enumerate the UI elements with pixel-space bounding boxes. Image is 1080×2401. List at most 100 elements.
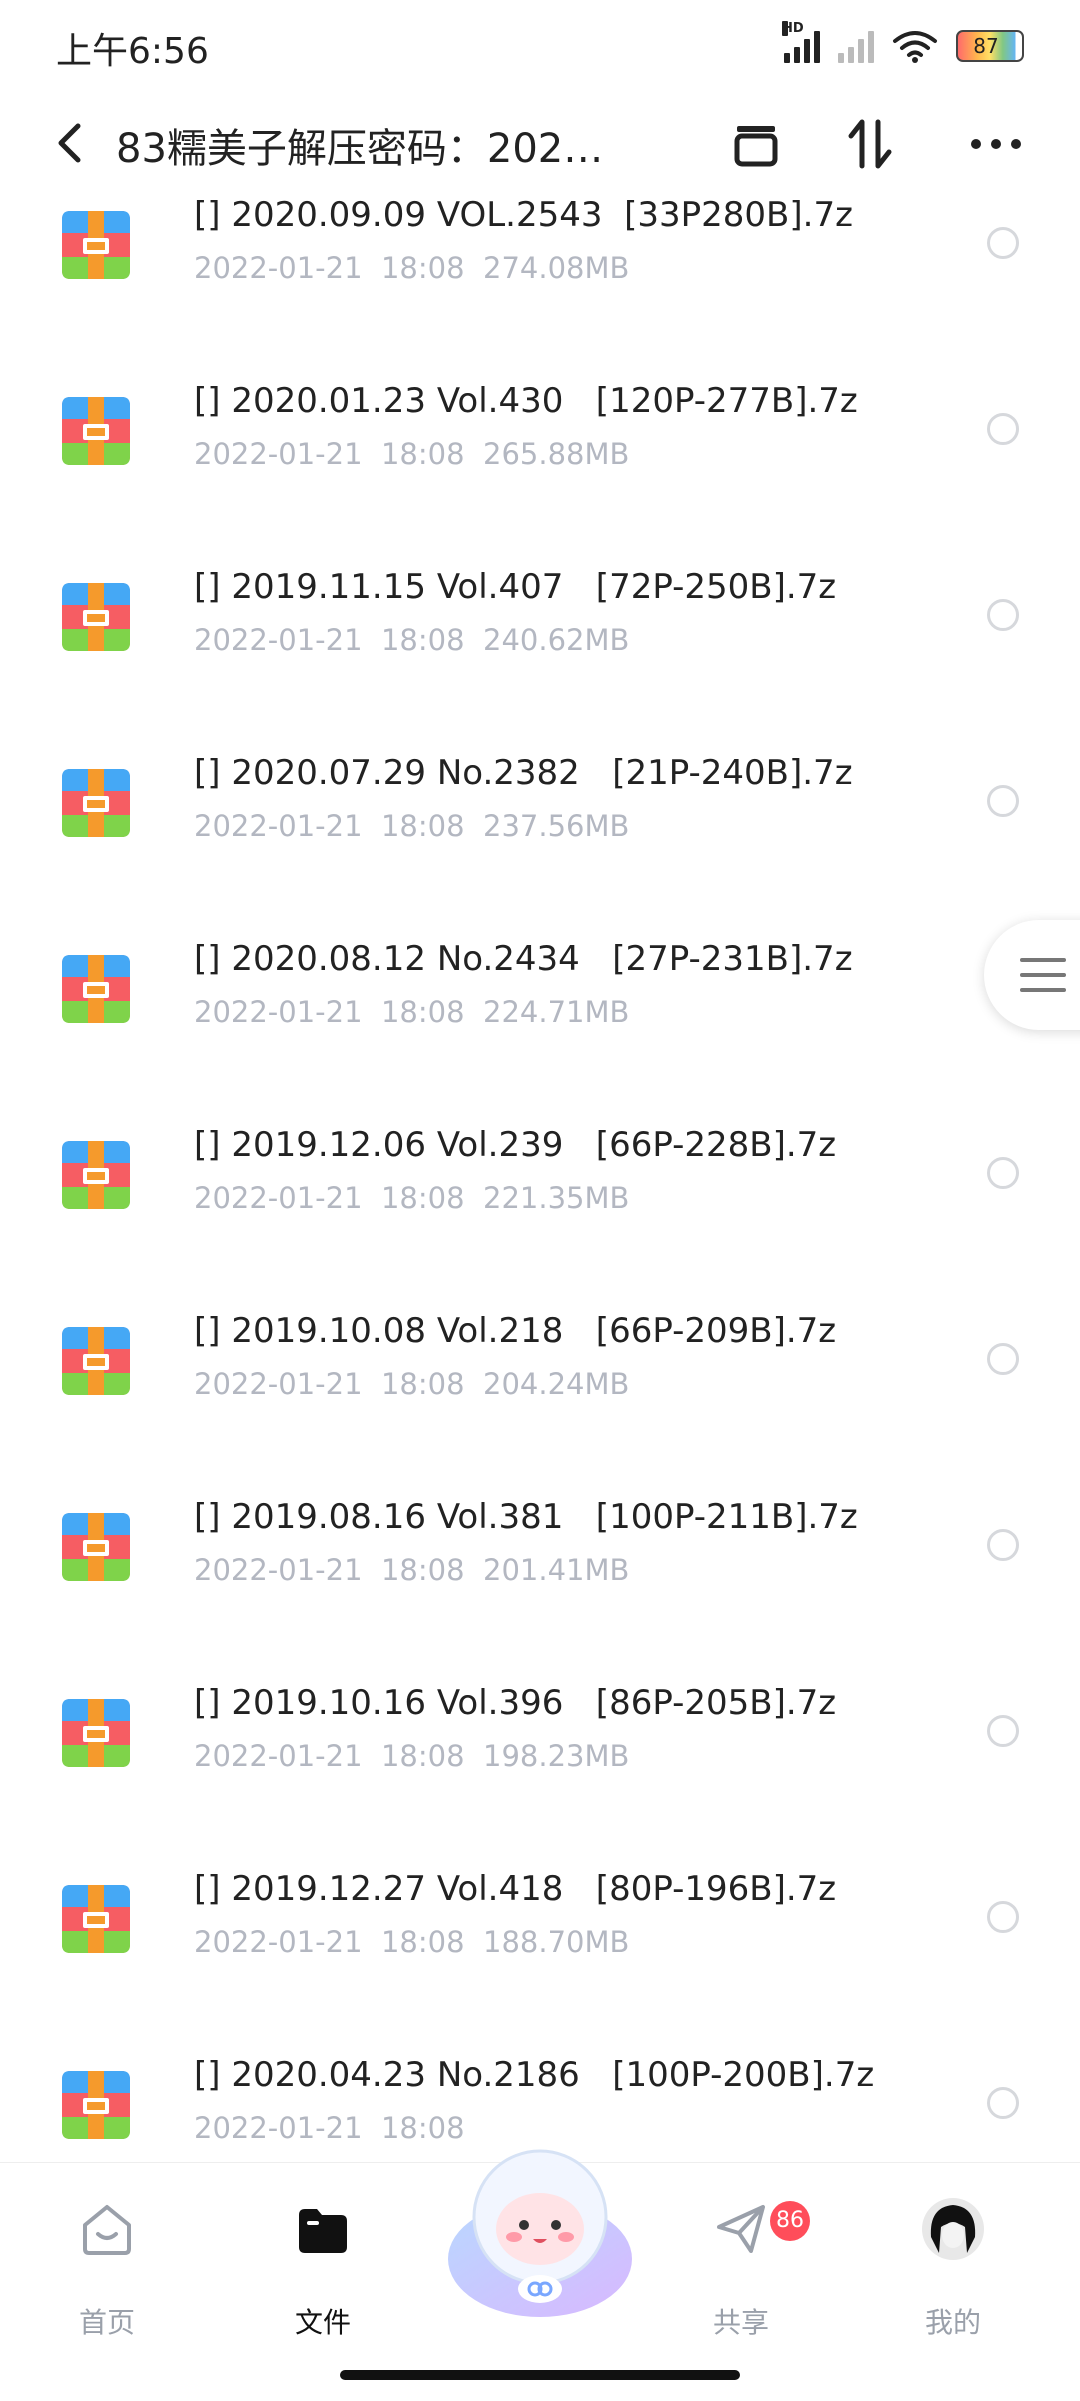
share-plane-icon	[717, 2205, 765, 2253]
zip-archive-icon	[62, 211, 130, 279]
more-options-icon[interactable]	[966, 114, 1026, 174]
nav-files-label: 文件	[294, 2306, 351, 2339]
file-row[interactable]: [] 2020.08.12 No.2434 [27P-231B].7z 2022-…	[0, 927, 1080, 1113]
home-indicator[interactable]	[340, 2370, 740, 2380]
signal-icon: HD	[782, 21, 820, 63]
file-row[interactable]: [] 2020.01.23 Vol.430 [120P-277B].7z 2022…	[0, 369, 1080, 555]
file-name: [] 2019.12.06 Vol.239 [66P-228B].7z	[194, 1125, 837, 1165]
file-date: 2022-01-21	[194, 995, 363, 1029]
sort-icon[interactable]	[840, 114, 900, 174]
file-size: 221.35MB	[483, 1181, 630, 1215]
file-meta: 2022-01-21 18:08 274.08MB	[194, 251, 629, 285]
file-date: 2022-01-21	[194, 1553, 363, 1587]
file-meta: 2022-01-21 18:08 198.23MB	[194, 1739, 629, 1773]
mascot-icon[interactable]	[440, 2139, 640, 2319]
back-arrow-icon[interactable]	[46, 118, 96, 168]
file-row[interactable]: [] 2019.10.08 Vol.218 [66P-209B].7z 2022-…	[0, 1299, 1080, 1485]
file-name: [] 2019.11.15 Vol.407 [72P-250B].7z	[194, 567, 837, 607]
zip-archive-icon	[62, 1513, 130, 1581]
zip-archive-icon	[62, 1885, 130, 1953]
select-radio[interactable]	[987, 1157, 1019, 1189]
file-size: 198.23MB	[483, 1739, 630, 1773]
file-time: 18:08	[380, 1181, 465, 1215]
file-row[interactable]: [] 2019.12.06 Vol.239 [66P-228B].7z 2022-…	[0, 1113, 1080, 1299]
battery-level: 87	[973, 34, 999, 58]
file-time: 18:08	[380, 1367, 465, 1401]
file-size: 237.56MB	[483, 809, 630, 843]
select-radio[interactable]	[987, 1529, 1019, 1561]
file-row[interactable]: [] 2020.09.09 VOL.2543 [33P280B].7z 2022-…	[0, 183, 1080, 369]
file-date: 2022-01-21	[194, 1181, 363, 1215]
select-radio[interactable]	[987, 227, 1019, 259]
home-icon	[83, 2205, 131, 2255]
folder-icon	[299, 2209, 347, 2253]
file-date: 2022-01-21	[194, 1367, 363, 1401]
file-name: [] 2019.08.16 Vol.381 [100P-211B].7z	[194, 1497, 858, 1537]
nav-home-label: 首页	[78, 2306, 135, 2339]
zip-archive-icon	[62, 1327, 130, 1395]
file-time: 18:08	[380, 251, 465, 285]
nav-mine-label: 我的	[924, 2306, 981, 2339]
zip-archive-icon	[62, 1699, 130, 1767]
file-meta: 2022-01-21 18:08 204.24MB	[194, 1367, 629, 1401]
file-meta: 2022-01-21 18:08 240.62MB	[194, 623, 629, 657]
file-row[interactable]: [] 2019.11.15 Vol.407 [72P-250B].7z 2022-…	[0, 555, 1080, 741]
select-radio[interactable]	[987, 1901, 1019, 1933]
zip-archive-icon	[62, 2071, 130, 2139]
file-name: [] 2020.07.29 No.2382 [21P-240B].7z	[194, 753, 853, 793]
file-time: 18:08	[380, 1553, 465, 1587]
status-time: 上午6:56	[56, 31, 209, 72]
file-time: 18:08	[380, 1925, 465, 1959]
nav-share-label: 共享	[712, 2306, 769, 2339]
nav-home[interactable]: 首页	[32, 2163, 182, 2339]
file-meta: 2022-01-21 18:08 221.35MB	[194, 1181, 629, 1215]
file-name: [] 2019.12.27 Vol.418 [80P-196B].7z	[194, 1869, 837, 1909]
file-row[interactable]: [] 2020.07.29 No.2382 [21P-240B].7z 2022-…	[0, 741, 1080, 927]
file-size: 224.71MB	[483, 995, 630, 1029]
file-row[interactable]: [] 2019.12.27 Vol.418 [80P-196B].7z 2022-…	[0, 1857, 1080, 2043]
select-radio[interactable]	[987, 1715, 1019, 1747]
bottom-nav: 首页 文件 共享 86 我的	[0, 2149, 1080, 2401]
avatar-icon	[922, 2198, 984, 2260]
file-size: 188.70MB	[483, 1925, 630, 1959]
file-date: 2022-01-21	[194, 1925, 363, 1959]
zip-archive-icon	[62, 769, 130, 837]
file-size: 265.88MB	[483, 437, 630, 471]
zip-archive-icon	[62, 583, 130, 651]
file-meta: 2022-01-21 18:08 188.70MB	[194, 1925, 629, 1959]
file-name: [] 2019.10.16 Vol.396 [86P-205B].7z	[194, 1683, 837, 1723]
file-row[interactable]: [] 2019.08.16 Vol.381 [100P-211B].7z 2022…	[0, 1485, 1080, 1671]
nav-mine[interactable]: 我的	[878, 2163, 1028, 2339]
select-radio[interactable]	[987, 599, 1019, 631]
file-date: 2022-01-21	[194, 1739, 363, 1773]
file-meta: 2022-01-21 18:08 224.71MB	[194, 995, 629, 1029]
file-time: 18:08	[380, 437, 465, 471]
page-title: 83糯美子解压密码：202…	[116, 126, 604, 172]
file-date: 2022-01-21	[194, 809, 363, 843]
nav-files[interactable]: 文件	[248, 2163, 398, 2339]
archive-box-icon[interactable]	[726, 114, 786, 174]
file-name: [] 2020.08.12 No.2434 [27P-231B].7z	[194, 939, 853, 979]
hd-label: HD	[782, 21, 804, 36]
top-app-bar: 83糯美子解压密码：202…	[0, 96, 1080, 192]
file-time: 18:08	[380, 809, 465, 843]
status-bar: 上午6:56 HD 87	[0, 0, 1080, 96]
file-name: [] 2020.09.09 VOL.2543 [33P280B].7z	[194, 195, 853, 235]
file-name: [] 2019.10.08 Vol.218 [66P-209B].7z	[194, 1311, 837, 1351]
status-icons: HD 87	[782, 21, 1024, 66]
file-meta: 2022-01-21 18:08 265.88MB	[194, 437, 629, 471]
file-size: 204.24MB	[483, 1367, 630, 1401]
select-radio[interactable]	[987, 413, 1019, 445]
file-meta: 2022-01-21 18:08 237.56MB	[194, 809, 629, 843]
select-radio[interactable]	[987, 1343, 1019, 1375]
file-date: 2022-01-21	[194, 437, 363, 471]
file-date: 2022-01-21	[194, 2111, 363, 2145]
file-row[interactable]: [] 2019.10.16 Vol.396 [86P-205B].7z 2022-…	[0, 1671, 1080, 1857]
select-radio[interactable]	[987, 785, 1019, 817]
share-badge: 86	[770, 2201, 810, 2241]
file-meta: 2022-01-21 18:08 201.41MB	[194, 1553, 629, 1587]
select-radio[interactable]	[987, 2087, 1019, 2119]
zip-archive-icon	[62, 955, 130, 1023]
file-time: 18:08	[380, 995, 465, 1029]
file-size: 240.62MB	[483, 623, 630, 657]
